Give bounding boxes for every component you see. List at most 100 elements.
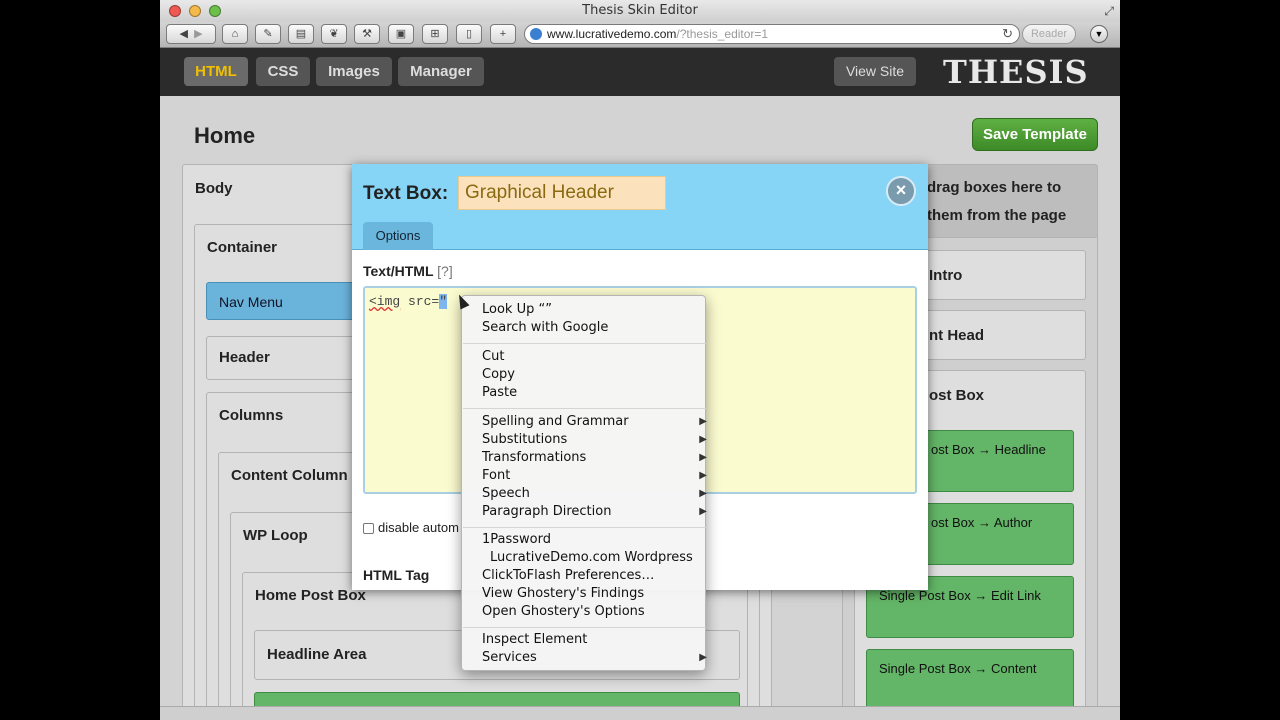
menu-clicktoflash[interactable]: ClickToFlash Preferences… xyxy=(482,567,654,585)
title-bar: Thesis Skin Editor ⤢ xyxy=(160,0,1120,22)
box-name-input[interactable]: Graphical Header xyxy=(458,176,666,210)
menu-substitutions-label: Substitutions xyxy=(482,432,568,447)
menu-services-label: Services xyxy=(482,650,537,665)
tab-css[interactable]: CSS xyxy=(256,57,310,86)
leaf-icon[interactable]: ❦ xyxy=(321,24,347,44)
submenu-arrow-icon: ▶ xyxy=(699,434,707,445)
menu-1password[interactable]: 1Password xyxy=(482,531,551,549)
save-template-button[interactable]: Save Template xyxy=(972,118,1098,151)
text-html-label-text: Text/HTML xyxy=(363,263,434,279)
menu-transformations-label: Transformations xyxy=(482,450,587,465)
submenu-arrow-icon: ▶ xyxy=(699,652,707,663)
globe-icon xyxy=(530,28,542,40)
reader-button[interactable]: Reader xyxy=(1022,24,1076,44)
menu-separator xyxy=(463,527,706,528)
disable-auto-label: disable autom xyxy=(378,520,459,535)
submenu-arrow-icon: ▶ xyxy=(699,506,707,517)
menu-ghostery-findings[interactable]: View Ghostery's Findings xyxy=(482,585,644,603)
drag-text-line1: drag boxes here to xyxy=(927,179,1062,196)
menu-ghostery-options[interactable]: Open Ghostery's Options xyxy=(482,603,645,621)
box-intro-label: Intro xyxy=(929,267,963,284)
lock-icon[interactable]: ▣ xyxy=(388,24,414,44)
print-icon[interactable]: ▤ xyxy=(288,24,314,44)
zoom-window-button[interactable] xyxy=(209,5,221,17)
box-post-headline-label: ost Box → Headline xyxy=(931,442,1046,457)
back-icon[interactable]: ◀ xyxy=(179,28,187,40)
tab-html[interactable]: HTML xyxy=(184,57,248,86)
box-post-edit-link-label: Single Post Box → Edit Link xyxy=(879,588,1041,603)
back-forward-buttons[interactable]: ◀ ▶ xyxy=(166,24,216,44)
menu-paste[interactable]: Paste xyxy=(482,384,517,402)
thesis-logo: THESIS xyxy=(943,53,1089,91)
box-container-label: Container xyxy=(207,239,278,256)
code-attr: src= xyxy=(400,294,440,309)
text-html-label: Text/HTML [?] xyxy=(363,263,453,279)
menu-cut[interactable]: Cut xyxy=(482,348,504,366)
box-home-post-box-label: Home Post Box xyxy=(255,587,366,604)
menu-copy[interactable]: Copy xyxy=(482,366,515,384)
menu-paragraph-direction-label: Paragraph Direction xyxy=(482,504,612,519)
menu-spelling[interactable]: Spelling and Grammar ▶ xyxy=(482,413,707,431)
box-content-column-label: Content Column xyxy=(231,467,348,484)
add-bookmark-icon[interactable]: + xyxy=(490,24,516,44)
context-menu: Look Up “” Search with Google Cut Copy P… xyxy=(461,295,707,671)
box-columns-label: Columns xyxy=(219,407,284,424)
box-post-content-label: Single Post Box → Content xyxy=(879,661,1037,676)
tab-manager[interactable]: Manager xyxy=(398,57,484,86)
window-bottom-edge xyxy=(160,706,1120,720)
modal-title: Text Box: xyxy=(363,183,449,204)
edit-icon[interactable]: ✎ xyxy=(255,24,281,44)
menu-look-up[interactable]: Look Up “” xyxy=(482,301,552,319)
minimize-window-button[interactable] xyxy=(189,5,201,17)
submenu-arrow-icon: ▶ xyxy=(699,488,707,499)
menu-lucrative-wordpress[interactable]: LucrativeDemo.com Wordpress xyxy=(490,549,693,567)
menu-search-google[interactable]: Search with Google xyxy=(482,319,608,337)
disable-auto-checkbox-row[interactable]: disable autom xyxy=(363,520,459,535)
box-post-content[interactable]: Single Post Box → Content xyxy=(866,649,1074,711)
forward-icon[interactable]: ▶ xyxy=(194,28,202,40)
box-post-author-label: ost Box → Author xyxy=(931,515,1033,530)
tab-images[interactable]: Images xyxy=(316,57,392,86)
browser-toolbar: ◀ ▶ ⌂ ✎ ▤ ❦ ⚒ ▣ ⊞ ▯ + www.lucrativedemo.… xyxy=(160,22,1120,48)
device-icon[interactable]: ▯ xyxy=(456,24,482,44)
menu-separator xyxy=(463,408,706,409)
submenu-arrow-icon: ▶ xyxy=(699,416,707,427)
view-site-button[interactable]: View Site xyxy=(834,57,916,86)
menu-transformations[interactable]: Transformations ▶ xyxy=(482,449,707,467)
code-selection: " xyxy=(439,294,448,309)
submenu-arrow-icon: ▶ xyxy=(699,452,707,463)
resize-icon[interactable]: ⊞ xyxy=(422,24,448,44)
menu-font-label: Font xyxy=(482,468,511,483)
menu-substitutions[interactable]: Substitutions ▶ xyxy=(482,431,707,449)
code-tag: <img xyxy=(369,294,401,309)
box-body-label: Body xyxy=(195,180,233,197)
address-bar[interactable]: www.lucrativedemo.com/?thesis_editor=1 ↻ xyxy=(524,24,1020,44)
browser-window: Thesis Skin Editor ⤢ ◀ ▶ ⌂ ✎ ▤ ❦ ⚒ ▣ ⊞ ▯… xyxy=(160,0,1120,720)
box-header-label: Header xyxy=(219,349,270,366)
tab-options[interactable]: Options xyxy=(363,222,433,250)
reload-icon[interactable]: ↻ xyxy=(1002,25,1013,43)
box-content-head-label: nt Head xyxy=(929,327,985,344)
download-icon[interactable]: ▼ xyxy=(1090,25,1108,43)
help-link[interactable]: [?] xyxy=(437,263,453,279)
menu-speech[interactable]: Speech ▶ xyxy=(482,485,707,503)
wrench-icon[interactable]: ⚒ xyxy=(354,24,380,44)
disable-auto-checkbox[interactable] xyxy=(363,523,374,535)
menu-services[interactable]: Services ▶ xyxy=(482,649,707,667)
menu-spelling-label: Spelling and Grammar xyxy=(482,414,629,429)
close-icon[interactable]: × xyxy=(886,176,916,206)
close-window-button[interactable] xyxy=(169,5,181,17)
window-title: Thesis Skin Editor xyxy=(582,3,698,18)
menu-inspect-element[interactable]: Inspect Element xyxy=(482,631,587,649)
home-icon[interactable]: ⌂ xyxy=(222,24,248,44)
box-headline-area-label: Headline Area xyxy=(267,646,367,663)
box-wp-loop-label: WP Loop xyxy=(243,527,308,544)
thesis-nav-bar: HTML CSS Images Manager View Site THESIS xyxy=(160,48,1120,96)
menu-separator xyxy=(463,343,706,344)
page-title: Home xyxy=(194,123,256,148)
fullscreen-icon[interactable]: ⤢ xyxy=(1104,4,1114,19)
menu-font[interactable]: Font ▶ xyxy=(482,467,707,485)
modal-header: Text Box: Graphical Header × Options xyxy=(352,164,928,250)
url-main: www.lucrativedemo.com xyxy=(547,27,677,41)
menu-paragraph-direction[interactable]: Paragraph Direction ▶ xyxy=(482,503,707,521)
